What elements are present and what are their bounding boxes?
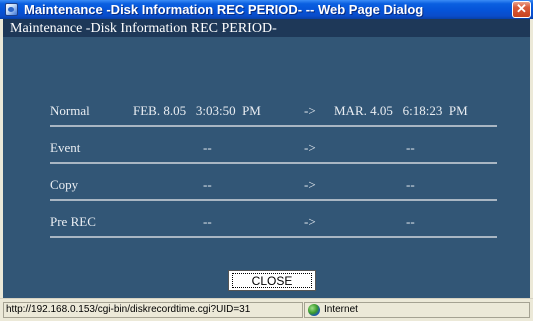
row-normal: Normal FEB. 8.05 3:03:50 PM -> MAR. 4.05… [50, 90, 497, 127]
start-time: -- [203, 214, 212, 229]
arrow-text: -> [304, 140, 316, 155]
internet-globe-icon [308, 304, 320, 316]
ie-window-icon [5, 3, 18, 16]
end-time: -- [406, 177, 415, 192]
row-label: Copy [50, 177, 79, 192]
close-button-label: CLOSE [232, 273, 312, 288]
zone-label: Internet [324, 304, 358, 315]
window-title: Maintenance -Disk Information REC PERIOD… [24, 2, 424, 17]
security-zone: Internet [304, 302, 530, 318]
row-pre-rec: Pre REC -- -> -- [50, 201, 497, 238]
row-label: Event [50, 140, 81, 155]
page-header: Maintenance -Disk Information REC PERIOD… [3, 19, 530, 37]
row-copy: Copy -- -> -- [50, 164, 497, 201]
rec-period-panel: Normal FEB. 8.05 3:03:50 PM -> MAR. 4.05… [3, 37, 530, 298]
row-divider [50, 236, 497, 238]
arrow-text: -> [304, 103, 316, 118]
start-time: FEB. 8.05 3:03:50 PM [133, 103, 261, 118]
close-button[interactable]: CLOSE [228, 270, 316, 291]
start-time: -- [203, 177, 212, 192]
end-time: -- [406, 140, 415, 155]
row-label: Pre REC [50, 214, 96, 229]
arrow-text: -> [304, 214, 316, 229]
end-time: -- [406, 214, 415, 229]
row-event: Event -- -> -- [50, 127, 497, 164]
window-close-button[interactable]: ✕ [512, 1, 531, 18]
page-title: Maintenance -Disk Information REC PERIOD… [10, 21, 277, 36]
arrow-text: -> [304, 177, 316, 192]
end-time: MAR. 4.05 6:18:23 PM [334, 103, 468, 118]
status-bar: http://192.168.0.153/cgi-bin/diskrecordt… [0, 298, 533, 321]
title-bar: Maintenance -Disk Information REC PERIOD… [0, 0, 533, 19]
row-label: Normal [50, 103, 90, 118]
status-url: http://192.168.0.153/cgi-bin/diskrecordt… [3, 302, 303, 318]
start-time: -- [203, 140, 212, 155]
